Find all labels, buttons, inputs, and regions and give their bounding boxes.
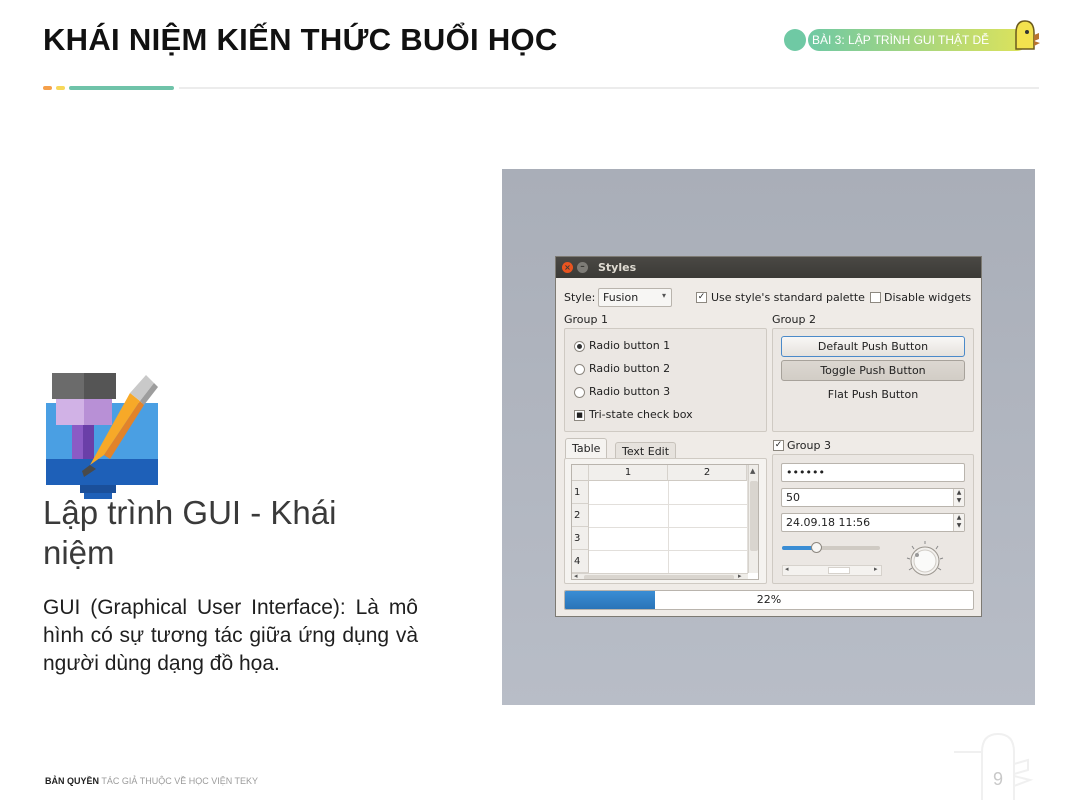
tab-text-edit-label: Text Edit [622,445,670,458]
spin-box-value: 50 [786,491,800,504]
table-row-header[interactable]: 1 [572,481,589,504]
radio-button-1-label: Radio button 1 [589,339,671,352]
datetime-arrows-icon[interactable]: ▲ ▼ [953,514,964,531]
mascot-icon [1015,20,1040,50]
paint-brush-icon [46,373,158,499]
styles-window: × – Styles Style: Fusion ▾ ✓ Use style's… [555,256,982,617]
close-icon[interactable]: × [562,262,573,273]
tab-table-label: Table [572,442,601,455]
group2-box: Default Push Button Toggle Push Button F… [772,328,974,432]
tristate-checkbox[interactable]: ■ [574,410,585,421]
table-column-header[interactable]: 1 [589,465,668,481]
style-combo[interactable]: Fusion ▾ [598,288,672,307]
section-heading: Lập trình GUI - Khái niệm [43,494,337,571]
group1-box: Radio button 1 Radio button 2 Radio butt… [564,328,767,432]
page-number: 9 [993,769,1004,789]
slider-track[interactable] [782,542,880,553]
scroll-up-icon[interactable]: ▲ [750,467,755,475]
table-vertical-scrollbar[interactable]: ▲ [748,465,758,573]
flat-push-button[interactable]: Flat Push Button [781,388,965,401]
password-field[interactable]: •••••• [781,463,965,482]
description-text: GUI (Graphical User Interface): Là mô hì… [43,596,418,675]
scroll-right-icon[interactable]: ▸ [738,572,742,579]
tab-table[interactable]: Table [565,438,608,458]
toggle-push-button[interactable]: Toggle Push Button [781,360,965,381]
disable-widgets-label: Disable widgets [884,291,972,304]
radio-button-3-label: Radio button 3 [589,385,671,398]
lesson-label: BÀI 3: LẬP TRÌNH GUI THẬT DỄ [812,33,990,47]
data-table[interactable]: 1 2 1 2 3 4 ▲ ◂ ▸ [571,464,759,580]
horizontal-scrollbar[interactable]: ◂ ▸ [782,565,882,576]
group3-box: •••••• 50 ▲ ▼ 24.09.18 11:56 ▲ ▼ ◂ ▸ [772,454,974,584]
group2-title: Group 2 [772,313,816,326]
use-palette-label: Use style's standard palette [711,291,865,304]
scroll-right-icon[interactable]: ▸ [874,565,878,573]
group3-checkbox[interactable]: ✓ [773,440,784,451]
radio-button-2[interactable] [574,364,585,375]
table-row-header[interactable]: 4 [572,550,589,573]
hscroll-thumb[interactable] [584,575,734,579]
copyright-rest: TÁC GIẢ THUỘC VỀ HỌC VIỆN TEKY [99,776,259,786]
scroll-left-icon[interactable]: ◂ [574,572,578,579]
progress-bar: 22% [564,590,974,610]
tristate-label: Tri-state check box [589,408,693,421]
table-row-header[interactable]: 3 [572,527,589,550]
minimize-icon[interactable]: – [577,262,588,273]
table-horizontal-scrollbar[interactable]: ◂ ▸ [572,572,748,579]
spin-box[interactable]: 50 ▲ ▼ [781,488,965,507]
datetime-edit[interactable]: 24.09.18 11:56 ▲ ▼ [781,513,965,532]
footer-copyright: BẢN QUYỀN TÁC GIẢ THUỘC VỀ HỌC VIỆN TEKY [45,776,258,786]
style-label: Style: [564,291,596,304]
slider-handle[interactable] [811,542,823,553]
radio-button-2-label: Radio button 2 [589,362,671,375]
scroll-thumb[interactable] [750,481,758,551]
datetime-value: 24.09.18 11:56 [786,516,871,529]
window-titlebar[interactable]: × – Styles [556,257,981,278]
scroll-left-icon[interactable]: ◂ [785,565,789,573]
chevron-down-icon: ▾ [661,291,666,300]
use-palette-checkbox[interactable]: ✓ [696,292,707,303]
scroll-thumb[interactable] [827,567,850,574]
dial-knob[interactable] [905,540,945,580]
group1-title: Group 1 [564,313,608,326]
table-row-header[interactable]: 2 [572,504,589,527]
lesson-pill: BÀI 3: LẬP TRÌNH GUI THẬT DỄ [808,29,1028,51]
spin-arrows-icon[interactable]: ▲ ▼ [953,489,964,506]
style-combo-value: Fusion [603,291,639,304]
title-underline [43,86,1039,90]
radio-button-1[interactable] [574,341,585,352]
radio-button-3[interactable] [574,387,585,398]
tab-panel: 1 2 1 2 3 4 ▲ ◂ ▸ [564,458,767,584]
lesson-dot [784,29,806,51]
disable-widgets-checkbox[interactable] [870,292,881,303]
window-title: Styles [598,261,637,274]
mascot-watermark-icon [954,732,1034,800]
default-push-button[interactable]: Default Push Button [781,336,965,357]
table-column-header[interactable]: 2 [668,465,747,481]
copyright-bold: BẢN QUYỀN [45,776,100,786]
progress-text: 22% [756,593,782,606]
slide-title: KHÁI NIỆM KIẾN THỨC BUỔI HỌC [43,22,558,57]
group3-title: Group 3 [787,439,831,452]
